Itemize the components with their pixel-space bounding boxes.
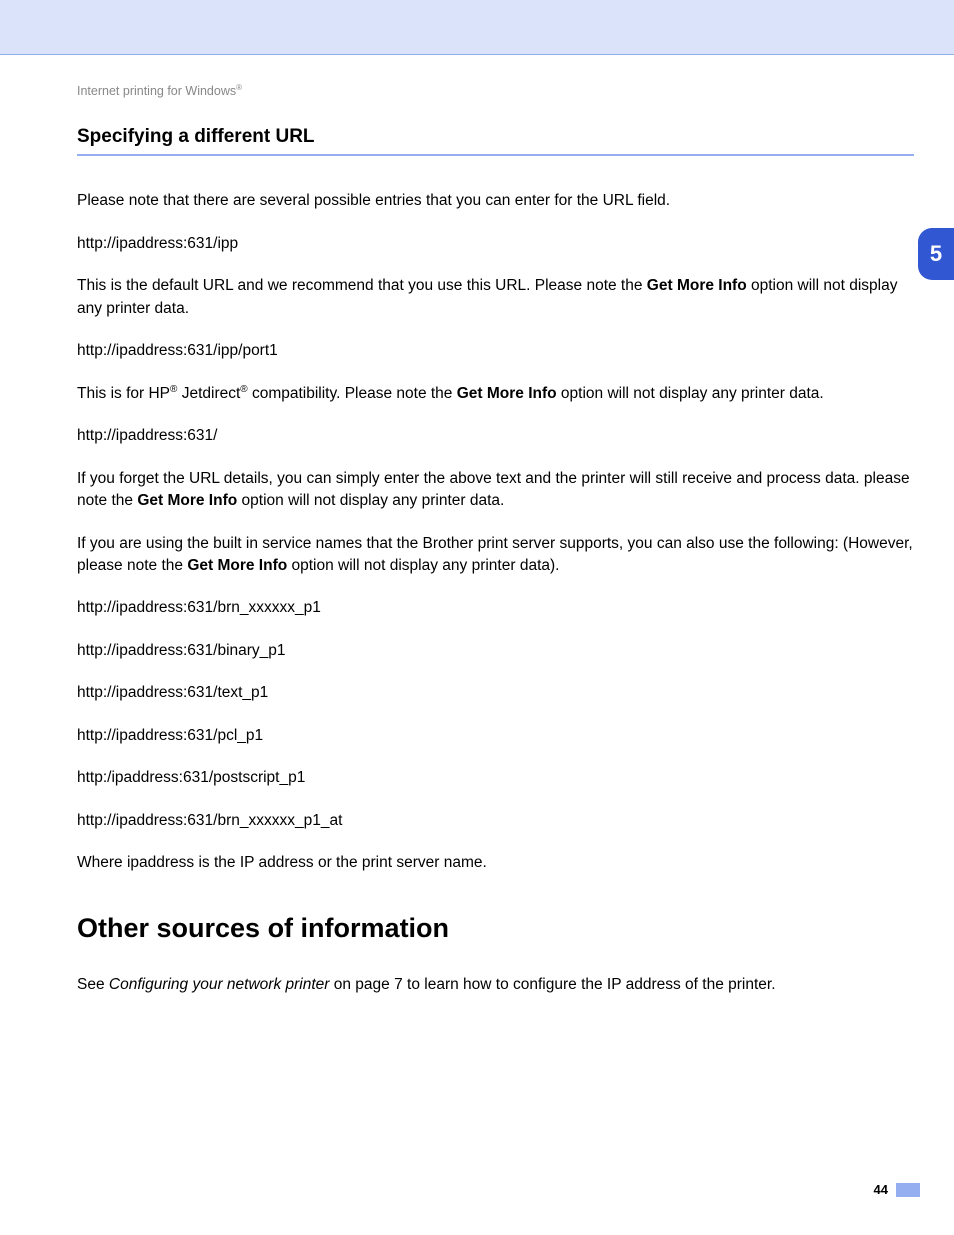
text: on page 7 to learn how to configure the … (329, 976, 775, 993)
url-entry: http://ipaddress:631/brn_xxxxxx_p1_at (77, 810, 914, 832)
page-content: Internet printing for Windows® Specifyin… (0, 55, 954, 996)
text: Jetdirect (177, 385, 240, 402)
text: This is for HP (77, 385, 170, 402)
intro-paragraph: Please note that there are several possi… (77, 190, 914, 212)
text: option will not display any printer data… (237, 492, 504, 509)
breadcrumb: Internet printing for Windows® (77, 83, 914, 98)
url-entry: http://ipaddress:631/ipp (77, 233, 914, 255)
url-entry: http://ipaddress:631/pcl_p1 (77, 725, 914, 747)
url1-description: This is the default URL and we recommend… (77, 275, 914, 320)
url-entry: http://ipaddress:631/text_p1 (77, 682, 914, 704)
text: option will not display any printer data… (287, 557, 559, 574)
where-note: Where ipaddress is the IP address or the… (77, 852, 914, 874)
registered-mark: ® (236, 83, 242, 92)
text: See (77, 976, 109, 993)
url-entry: http:/ipaddress:631/postscript_p1 (77, 767, 914, 789)
get-more-info-bold: Get More Info (187, 557, 287, 574)
url-entry: http://ipaddress:631/ipp/port1 (77, 340, 914, 362)
url-entry: http://ipaddress:631/ (77, 425, 914, 447)
text: option will not display any printer data… (557, 385, 824, 402)
crossref-italic: Configuring your network printer (109, 976, 330, 993)
get-more-info-bold: Get More Info (647, 277, 747, 294)
builtin-description: If you are using the built in service na… (77, 533, 914, 578)
text: This is the default URL and we recommend… (77, 277, 647, 294)
breadcrumb-text: Internet printing for Windows (77, 84, 236, 98)
page-number: 44 (874, 1182, 888, 1197)
text: compatibility. Please note the (248, 385, 457, 402)
url3-description: If you forget the URL details, you can s… (77, 468, 914, 513)
other-sources-paragraph: See Configuring your network printer on … (77, 974, 914, 996)
chapter-tab: 5 (918, 228, 954, 280)
page-accent (896, 1183, 920, 1197)
main-heading: Other sources of information (77, 913, 914, 944)
registered-mark: ® (240, 384, 247, 395)
get-more-info-bold: Get More Info (457, 385, 557, 402)
url-entry: http://ipaddress:631/binary_p1 (77, 640, 914, 662)
get-more-info-bold: Get More Info (137, 492, 237, 509)
section-title: Specifying a different URL (77, 126, 914, 156)
chapter-number: 5 (930, 241, 942, 267)
url-entry: http://ipaddress:631/brn_xxxxxx_p1 (77, 597, 914, 619)
page-footer: 44 (874, 1182, 920, 1197)
top-band (0, 0, 954, 54)
url2-description: This is for HP® Jetdirect® compatibility… (77, 383, 914, 406)
